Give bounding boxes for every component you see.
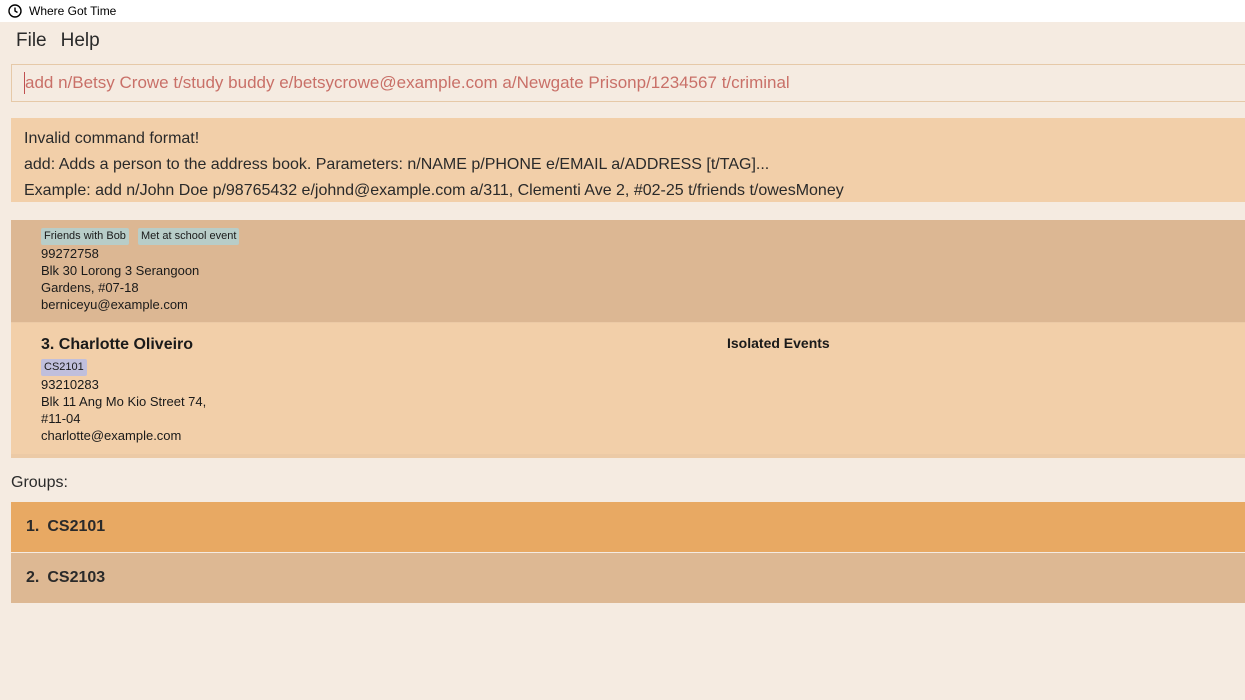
tag: CS2101	[41, 359, 87, 376]
tag: Met at school event	[138, 228, 240, 245]
person-address-line: #11-04	[41, 411, 81, 426]
person-address-line: Gardens, #07-18	[41, 280, 139, 295]
person-list-panel[interactable]: Friends with Bob Met at school event 992…	[11, 220, 1245, 458]
group-index: 2.	[26, 569, 40, 586]
tag: Friends with Bob	[41, 228, 129, 245]
person-phone: 99272758	[41, 246, 99, 261]
person-address-line: Blk 11 Ang Mo Kio Street 74,	[41, 394, 207, 409]
command-input[interactable]	[25, 73, 1245, 93]
result-display: Invalid command format! add: Adds a pers…	[11, 118, 1245, 202]
person-card[interactable]: 3. Charlotte Oliveiro CS2101 93210283 Bl…	[11, 323, 1245, 454]
window-title: Where Got Time	[29, 4, 117, 18]
group-item-cs2103[interactable]: 2. CS2103	[11, 553, 1245, 603]
person-name: 3. Charlotte Oliveiro	[41, 336, 194, 353]
group-name: CS2101	[47, 518, 106, 535]
result-line-2: add: Adds a person to the address book. …	[24, 156, 770, 173]
group-index: 1.	[26, 518, 40, 535]
person-address-line: Blk 30 Lorong 3 Serangoon	[41, 263, 200, 278]
title-bar: Where Got Time	[0, 0, 1245, 22]
group-item-cs2101[interactable]: 1. CS2101	[11, 502, 1245, 552]
result-line-3: Example: add n/John Doe p/98765432 e/joh…	[24, 182, 844, 199]
isolated-events-heading: Isolated Events	[727, 335, 830, 351]
person-card[interactable]: Friends with Bob Met at school event 992…	[11, 220, 1245, 322]
person-phone: 93210283	[41, 377, 99, 392]
command-box[interactable]	[11, 64, 1245, 102]
menu-file[interactable]: File	[16, 28, 47, 54]
group-name: CS2103	[47, 569, 106, 586]
result-line-1: Invalid command format!	[24, 130, 200, 147]
clock-icon	[8, 4, 22, 18]
person-email: berniceyu@example.com	[41, 297, 188, 312]
menu-help[interactable]: Help	[61, 28, 100, 54]
person-email: charlotte@example.com	[41, 428, 182, 443]
groups-label: Groups:	[11, 474, 68, 491]
menu-bar: File Help	[0, 24, 1245, 58]
